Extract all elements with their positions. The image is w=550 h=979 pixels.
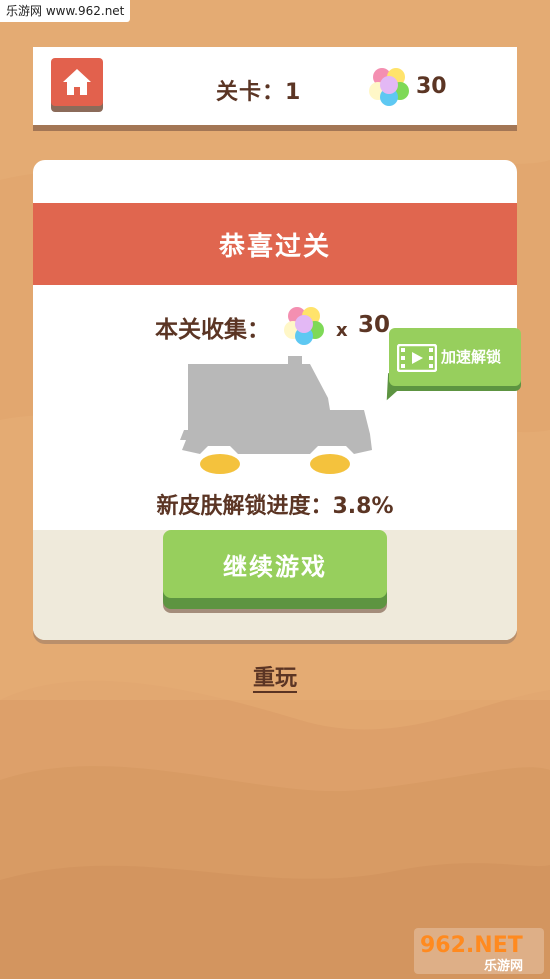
top-bar: 关卡：1 30 <box>33 47 517 125</box>
level-label: 关卡：1 <box>216 80 302 105</box>
replay-link[interactable]: 重玩 <box>0 660 550 692</box>
collect-multiplier: x <box>336 320 348 341</box>
svg-text:962.NET: 962.NET <box>420 933 523 958</box>
gem-cluster-icon <box>369 68 409 106</box>
collect-count: 30 <box>358 312 391 338</box>
replay-label: 重玩 <box>252 666 297 691</box>
dialog-title: 恭喜过关 <box>33 203 517 285</box>
site-watermark: 乐游网 www.962.net <box>0 0 131 22</box>
speed-unlock-label: 加速解锁 <box>441 348 502 366</box>
continue-game-button[interactable]: 继续游戏 <box>163 530 387 598</box>
level-complete-dialog: 恭喜过关 本关收集： x 30 新皮肤解锁进度：3.8% 继续游戏 <box>33 160 517 640</box>
skin-unlock-progress: 新皮肤解锁进度：3.8% <box>156 494 394 519</box>
locked-truck-silhouette <box>180 356 372 474</box>
home-icon <box>63 69 91 95</box>
video-play-icon <box>397 344 437 372</box>
collect-label: 本关收集： <box>155 317 270 343</box>
gem-cluster-icon <box>284 307 324 345</box>
svg-text:乐游网: 乐游网 <box>484 958 523 974</box>
home-button[interactable] <box>51 58 103 106</box>
speed-unlock-button[interactable]: 加速解锁 <box>389 328 521 386</box>
site-logo: 962.NET 乐游网 <box>414 928 544 974</box>
gem-count: 30 <box>416 74 447 99</box>
